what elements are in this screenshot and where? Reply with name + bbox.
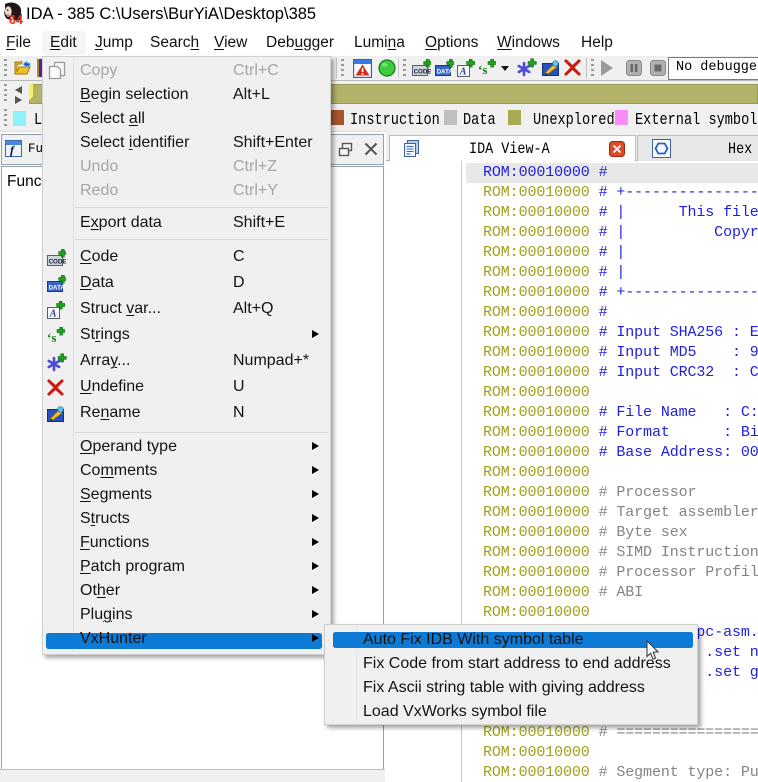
svg-text:‘s: ‘s	[478, 62, 487, 77]
svg-text:‘s: ‘s	[47, 330, 56, 345]
svg-text:CODE: CODE	[414, 69, 431, 76]
svg-text:64: 64	[9, 13, 23, 26]
svg-text:DATA: DATA	[437, 69, 454, 76]
svg-text:A: A	[459, 67, 467, 78]
svg-text:DATA: DATA	[49, 285, 66, 292]
svg-text:A: A	[49, 309, 57, 320]
svg-text:CODE: CODE	[49, 259, 66, 266]
